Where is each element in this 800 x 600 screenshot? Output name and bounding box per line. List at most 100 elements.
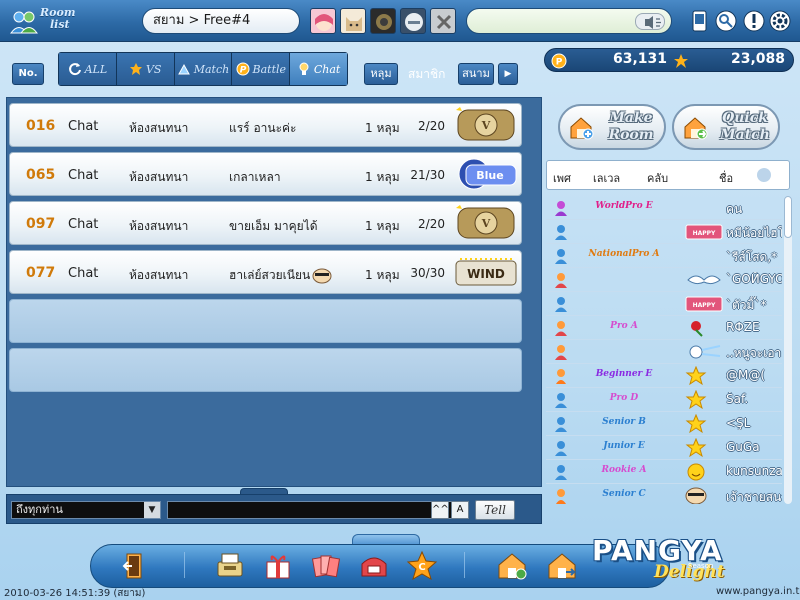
tab-vs[interactable]: VS [116,53,175,85]
player-name: GuGa [726,440,760,454]
player-row[interactable]: Junior E GuGa [546,436,782,460]
match-icon [177,63,190,75]
friend-avatar-4[interactable] [400,8,426,34]
friend-avatar-3[interactable] [370,8,396,34]
emoticon-button[interactable]: ^^ [431,501,449,519]
member-label[interactable]: สมาชิก [408,63,445,85]
mailbox-icon[interactable] [358,550,390,582]
player-row[interactable]: Pro D Šaf. [546,388,782,412]
header-gender[interactable]: เพศ [553,169,571,187]
dock-separator [184,552,185,578]
currency-bar: P 63,131 23,088 [544,48,794,72]
lounge-icon[interactable] [546,550,578,582]
player-list-scroll-thumb[interactable] [784,196,792,238]
friend-slot-empty[interactable] [430,8,456,34]
player-row[interactable]: HAPPY หมีน้อยไฮโซ`* [546,220,782,244]
tab-match[interactable]: Match [174,53,233,85]
settings-search-icon[interactable] [714,9,738,33]
star-club-icon [684,365,724,386]
player-row[interactable]: Pro A RΦZE [546,316,782,340]
tab-battle-label: Battle [252,62,287,76]
player-name: `GOЙGYOO [726,272,782,286]
room-name-text: ฮาเล่ย์สวยเนียน [229,268,311,282]
room-list-button[interactable]: Room list [8,4,88,38]
male-gender-icon [552,247,570,265]
tab-all[interactable]: ALL [59,53,117,85]
sort-number-button[interactable]: No. [12,63,44,85]
room-number: 097 [26,216,56,232]
make-room-label: Make Room [598,110,664,144]
header-club[interactable]: คลับ [647,169,668,187]
shop-register-icon[interactable] [214,550,246,582]
room-holes: 1 หลุม [365,268,400,282]
sort-hole-button[interactable]: หลุม [364,63,398,85]
player-row[interactable]: Beginner E @M@( [546,364,782,388]
card-pack-icon[interactable] [310,550,342,582]
player-row[interactable]: Rookie A kunsunza [546,460,782,484]
exit-door-icon[interactable] [118,550,150,582]
quick-match-label: Quick Match [712,110,778,144]
player-list-scrollbar[interactable] [784,196,792,504]
quick-match-button[interactable]: Quick Match [672,104,780,150]
timestamp: 2010-03-26 14:51:39 (สยาม) [4,588,146,599]
battle-icon: P [236,62,250,76]
cool-club-icon [684,486,724,504]
phone-icon[interactable] [688,9,712,33]
room-players: 2/20 [418,217,445,231]
player-row[interactable]: ..หนูจะเอา [546,340,782,364]
channel-selector[interactable]: สยาม > Free#4 [142,8,300,34]
chevron-down-icon[interactable] [757,168,771,182]
player-row[interactable]: Senior B <ŞL [546,412,782,436]
male-gender-icon [552,295,570,313]
svg-text:HAPPY: HAPPY [693,302,716,309]
make-room-button[interactable]: Make Room [558,104,666,150]
my-room-icon[interactable] [496,550,528,582]
cookie-shop-icon[interactable]: C [406,550,438,582]
chat-icon [299,62,309,75]
tab-chat-label: Chat [313,62,341,76]
player-row[interactable]: `GOЙGYOO [546,268,782,292]
tab-chat[interactable]: Chat [290,53,347,85]
player-name: คน [726,202,743,216]
room-number: 077 [26,265,56,281]
player-row[interactable]: Senior C เจ้าชายสนาม [546,484,782,504]
room-holes: 1 หลุม [365,121,400,135]
room-row[interactable]: 097 Chat ห้องสนทนา ขายเอ็ม มาคุยได้ 1 หล… [9,201,522,245]
info-icon[interactable] [742,9,766,33]
player-row[interactable]: NationalPro A `รีส์โสด,* [546,244,782,268]
gear-icon[interactable] [768,9,792,33]
tell-button[interactable]: Tell [475,500,515,520]
friend-avatar-2[interactable] [340,8,366,34]
chat-input[interactable] [167,501,457,519]
next-arrow-button[interactable]: ▶ [498,63,518,85]
player-name: ..หนูจะเอา [726,346,782,360]
tab-all-label: ALL [84,62,108,76]
header-name[interactable]: ชื่อ [719,169,733,187]
player-level: Senior B [602,417,646,427]
tab-battle[interactable]: P Battle [232,53,291,85]
room-type: ห้องสนทนา [129,219,189,233]
happy-birthday-club-icon: HAPPY [684,294,724,314]
speaker-icon[interactable] [635,13,665,30]
make-room-icon [570,117,594,140]
friend-avatar-1[interactable] [310,8,336,34]
room-row[interactable]: 016 Chat ห้องสนทนา แรร์ อานะค่ะ 1 หลุม 2… [9,103,522,147]
male-female-gender-icon [552,199,570,217]
chevron-down-icon: ▼ [144,502,160,518]
player-row[interactable]: HAPPY `ตัวมิ๊`* [546,292,782,316]
player-row[interactable]: WorldPro E คน [546,196,782,220]
player-list: WorldPro E คน HAPPY หมีน้อยไฮโซ`* NationalPr… [546,196,782,504]
header-level[interactable]: เลเวล [593,169,620,187]
room-players: 21/30 [410,168,445,182]
sort-course-button[interactable]: สนาม [458,63,494,85]
star-club-icon [684,437,724,458]
gift-box-icon[interactable] [262,550,294,582]
chat-target-value: ถึงทุกท่าน [16,503,63,516]
room-row[interactable]: 065 Chat ห้องสนทนา เกลาเหลา 1 หลุม 21/30… [9,152,522,196]
chat-target-select[interactable]: ถึงทุกท่าน ▼ [11,501,161,519]
room-row[interactable]: 077 Chat ห้องสนทนา ฮาเล่ย์สวยเนียน 1 หลุ… [9,250,522,294]
room-row-empty [9,348,522,392]
room-players: 30/30 [410,266,445,280]
font-button[interactable]: A [451,501,469,519]
tab-match-label: Match [193,62,230,76]
